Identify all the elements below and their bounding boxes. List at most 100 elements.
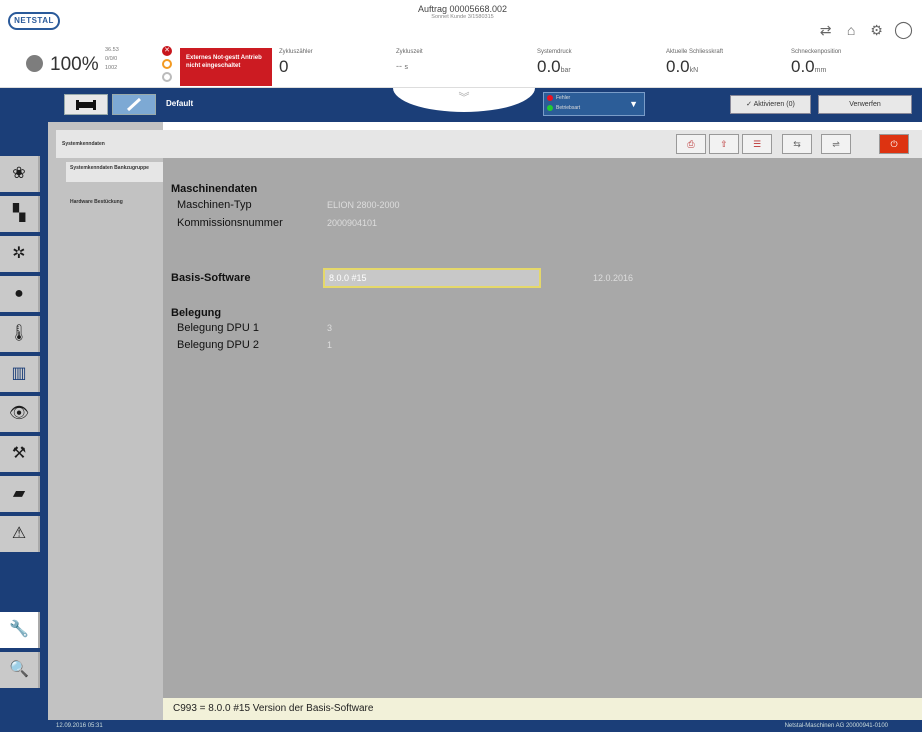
side-nav-mold[interactable]: ❀ <box>0 156 40 192</box>
search-icon: 🔍 <box>9 661 29 678</box>
edit-mode-button[interactable] <box>112 94 156 115</box>
efficiency-value: 100% <box>50 54 99 75</box>
basis-software-label: Basis-Software <box>171 272 251 284</box>
commission-number-value: 2000904101 <box>327 218 378 228</box>
eye-icon: 👁 <box>8 405 30 422</box>
screw-position-value: 0.0 <box>791 57 815 76</box>
order-info[interactable]: Auftrag 00005668.002 Sonnet Kunde 3/1580… <box>390 4 535 20</box>
side-nav-temperature[interactable]: 🌡 <box>0 316 40 352</box>
machine-data-heading: Maschinendaten <box>171 183 258 195</box>
error-x-icon: ✕ <box>162 46 172 56</box>
cycle-time: Zykluszeit -- s <box>396 49 423 71</box>
header-icon-group: ⇄ ⌂ ⚙ ◯ <box>813 21 913 40</box>
folder-icon: ▰ <box>12 485 26 502</box>
sub-nav-panel <box>48 122 163 720</box>
machine-status-lamp <box>26 55 43 72</box>
user-icon[interactable]: ◯ <box>894 21 913 38</box>
belegung-heading: Belegung <box>171 307 222 319</box>
clamp-force-unit: kN <box>689 67 699 74</box>
compare-icon: ⇆ <box>793 139 801 149</box>
machine-view-button[interactable] <box>64 94 108 115</box>
cycle-counter-value: 0 <box>279 57 289 76</box>
sub-nav-item-system-data[interactable]: Systemkenndaten Bankzugruppe <box>66 162 163 182</box>
footer-company: Netstal-Maschinen AG 20000941-0100 <box>784 723 888 729</box>
sub-nav-item-hardware[interactable]: Hardware Bestückung <box>66 196 163 208</box>
alarm-indicator-dots: ✕ <box>162 46 174 85</box>
clamp-force: Aktuelle Schliesskraft 0.0kN <box>666 49 723 77</box>
screw-position: Schneckenposition 0.0mm <box>791 49 841 77</box>
settings-icon[interactable]: ⚙ <box>869 22 885 38</box>
export-red-icon: ⇧ <box>720 139 728 149</box>
screw-position-label: Schneckenposition <box>791 49 842 55</box>
list-red-icon: ☰ <box>752 139 762 149</box>
clamp-icon: ▚ <box>12 205 26 222</box>
mold-icon: ❀ <box>12 165 26 182</box>
side-nav-peripherals[interactable]: ⚒ <box>0 436 40 472</box>
side-nav-files[interactable]: ▰ <box>0 476 40 512</box>
compare-button[interactable]: ⇆ <box>782 134 812 154</box>
side-nav-clamp[interactable]: ▚ <box>0 196 40 232</box>
side-nav-ejector[interactable]: ✲ <box>0 236 40 272</box>
thermometer-icon: 🌡 <box>8 325 30 342</box>
commission-number-label: Kommissionsnummer <box>177 217 283 229</box>
efficiency-detail-2: 0/0/0 <box>105 56 118 62</box>
profile-name: Default <box>166 99 194 108</box>
cycle-counter-label: Zykluszähler <box>279 49 313 55</box>
efficiency-detail-1: 36.53 <box>105 47 119 53</box>
system-pressure-label: Systemdruck <box>537 49 572 55</box>
list-alarm-button[interactable]: ☰ <box>742 134 772 154</box>
system-pressure: Systemdruck 0.0bar <box>537 49 572 77</box>
alarm-message-box[interactable]: Externes Not-gestt Antrieb nicht eingesc… <box>180 48 272 86</box>
ejector-icon: ✲ <box>12 245 26 262</box>
sync-icon: ⇌ <box>832 139 840 149</box>
dpu2-value: 1 <box>327 340 333 350</box>
wrench-icon: 🔧 <box>9 621 29 638</box>
pencil-icon <box>126 97 142 112</box>
sync-button[interactable]: ⇌ <box>821 134 851 154</box>
order-subtitle: Sonnet Kunde 3/1580315 <box>431 14 494 20</box>
side-nav-search[interactable]: 🔍 <box>0 652 40 688</box>
print-red-icon: ⎙ <box>687 139 695 149</box>
basis-software-field[interactable]: 8.0.0 #15 <box>323 268 541 288</box>
warning-dot-icon <box>162 59 172 69</box>
clamp-force-value: 0.0 <box>666 57 690 76</box>
cycle-time-label: Zykluszeit <box>396 49 423 55</box>
side-nav-service[interactable]: 🔧 <box>0 612 40 648</box>
status-dropdown[interactable]: Fehler Betriebsart ▼ <box>543 92 645 116</box>
bars-icon: ▥ <box>11 365 27 382</box>
export-alarm-button[interactable]: ⇧ <box>709 134 739 154</box>
side-nav-monitoring[interactable]: 👁 <box>0 396 40 432</box>
netstal-logo: NETSTAL <box>8 12 60 30</box>
dpu1-value: 3 <box>327 323 333 333</box>
activate-button[interactable]: ✓ Aktivieren (0) <box>730 95 811 114</box>
transfer-icon[interactable]: ⇄ <box>818 22 834 38</box>
content-area <box>163 158 922 698</box>
side-nav-process[interactable]: ▥ <box>0 356 40 392</box>
side-nav-injection[interactable]: ● <box>0 276 40 312</box>
cycle-time-unit: s <box>404 64 409 71</box>
screw-position-unit: mm <box>814 67 827 74</box>
clamp-force-label: Aktuelle Schliesskraft <box>666 49 724 55</box>
discard-button[interactable]: Verwerfen <box>818 95 912 114</box>
dropdown-arrow-icon: ▼ <box>629 99 638 109</box>
power-icon: ⏻ <box>890 139 898 149</box>
print-alarm-button[interactable]: ⎙ <box>676 134 706 154</box>
machine-icon <box>76 100 96 110</box>
sub-nav-header: Systemkenndaten <box>56 130 164 158</box>
warning-icon: ⚠ <box>11 525 27 542</box>
header-panel: NETSTAL 100% 36.53 0/0/0 1002 ✕ Externes… <box>0 0 922 88</box>
dpu1-label: Belegung DPU 1 <box>177 322 259 334</box>
cycle-counter: Zykluszähler 0 <box>279 49 313 77</box>
system-pressure-unit: bar <box>560 67 571 74</box>
home-icon[interactable]: ⌂ <box>843 22 859 38</box>
cycle-time-value: -- <box>396 61 402 71</box>
order-title: Auftrag 00005668.002 <box>417 4 508 14</box>
power-button[interactable]: ⏻ <box>879 134 909 154</box>
machine-type-label: Maschinen-Typ <box>177 199 252 211</box>
info-dot-icon <box>162 72 172 82</box>
footer-bar: 12.09.2016 05:31 Netstal-Maschinen AG 20… <box>0 720 922 732</box>
machine-type-value: ELION 2800-2000 <box>327 200 400 210</box>
basis-software-date: 12.0.2016 <box>593 273 634 283</box>
side-nav-alarms[interactable]: ⚠ <box>0 516 40 552</box>
system-pressure-value: 0.0 <box>537 57 561 76</box>
